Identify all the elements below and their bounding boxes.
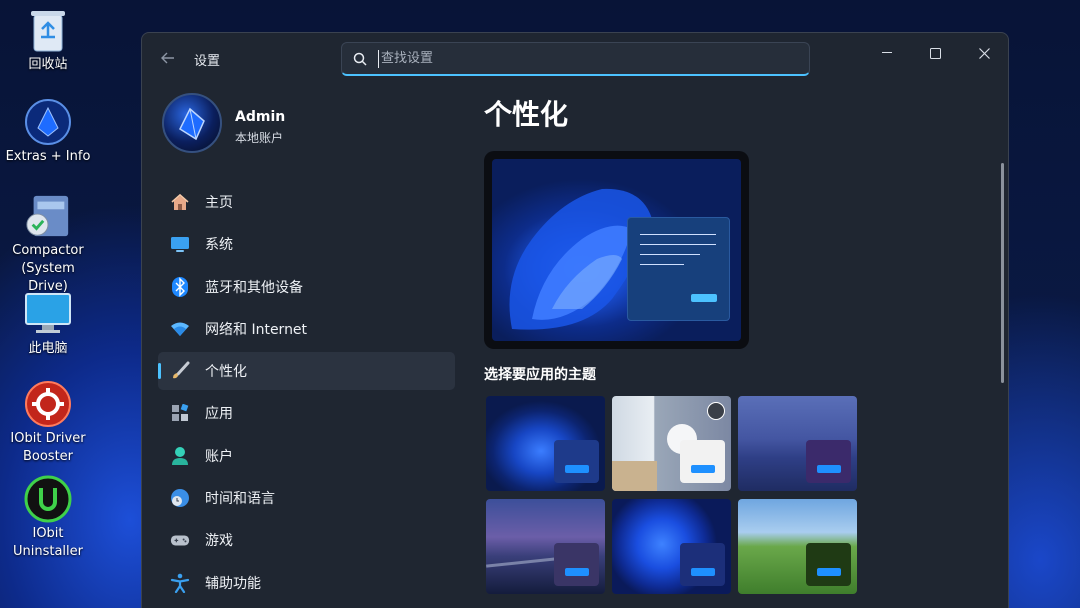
desktop-icon-iobit-uninstaller[interactable]: IObit Uninstaller (0, 475, 96, 561)
sidebar-item-time-language[interactable]: 时间和语言 (158, 479, 455, 517)
user-avatar-image (179, 107, 205, 141)
page-title: 个性化 (484, 98, 569, 131)
sidebar-item-home[interactable]: 主页 (158, 183, 455, 221)
close-button[interactable] (961, 39, 1007, 67)
sidebar-item-gaming[interactable]: 游戏 (158, 521, 455, 559)
minimize-icon (882, 52, 892, 53)
desktop-icon-driver-booster[interactable]: IObit Driver Booster (0, 380, 96, 466)
sidebar-item-system[interactable]: 系统 (158, 225, 455, 263)
desktop-icon-label: 此电脑 (28, 341, 68, 356)
search-icon (342, 43, 378, 75)
sidebar-nav: 主页 系统 蓝牙和其他设备 网络和 Internet 个性化 应用 账户 时间和… (158, 183, 455, 606)
theme-tile-sunrise-pier[interactable] (486, 499, 605, 594)
theme-accent-swatch (806, 543, 851, 586)
sidebar-item-label: 账户 (205, 448, 233, 465)
sidebar-item-label: 网络和 Internet (205, 321, 308, 338)
recycle-bin-icon (24, 6, 72, 54)
theme-tile-glow[interactable] (738, 396, 857, 491)
user-theme-icon (707, 402, 725, 420)
minimize-button[interactable] (864, 39, 910, 67)
desktop-icon-label: IObit Driver Booster (10, 431, 86, 464)
theme-tile-bloom-blue[interactable] (612, 499, 731, 594)
this-pc-icon (24, 290, 72, 338)
title-bar: 设置 (142, 33, 1008, 85)
desktop-icon-label: IObit Uninstaller (12, 526, 83, 559)
sidebar-item-personalization[interactable]: 个性化 (158, 352, 455, 391)
sidebar-item-label: 个性化 (205, 364, 247, 381)
app-title: 设置 (194, 54, 221, 69)
sidebar-item-label: 主页 (205, 195, 233, 211)
sidebar-item-label: 时间和语言 (205, 491, 275, 508)
sidebar-item-network[interactable]: 网络和 Internet (158, 310, 455, 348)
sidebar-item-accessibility[interactable]: 辅助功能 (158, 564, 455, 602)
sidebar-item-apps[interactable]: 应用 (158, 394, 455, 432)
extras-info-icon (24, 98, 72, 146)
content-scrollbar[interactable] (1001, 163, 1004, 383)
home-icon (170, 192, 190, 212)
accessibility-icon (170, 573, 190, 593)
theme-tile-captured-motion[interactable] (612, 396, 731, 491)
theme-accent-swatch (680, 543, 725, 586)
compactor-icon (24, 192, 72, 240)
desktop-icon-recycle-bin[interactable]: 回收站 (0, 6, 96, 74)
theme-preview-screen (492, 159, 741, 341)
driver-booster-icon (24, 380, 72, 428)
user-name: Admin (235, 109, 286, 125)
sidebar-item-bluetooth[interactable]: 蓝牙和其他设备 (158, 268, 455, 306)
wifi-icon (170, 319, 190, 339)
paintbrush-icon (170, 361, 190, 381)
sidebar-item-label: 蓝牙和其他设备 (205, 279, 303, 296)
desktop-icon-label: Extras + Info (5, 149, 91, 164)
preview-window-mockup (627, 217, 730, 321)
theme-tile-bloom-dark[interactable] (486, 396, 605, 491)
sidebar-item-accounts[interactable]: 账户 (158, 437, 455, 475)
theme-tile-bliss[interactable] (738, 499, 857, 594)
sidebar-item-label: 辅助功能 (205, 575, 261, 592)
iobit-uninstaller-icon (24, 475, 72, 523)
account-icon (170, 446, 190, 466)
apps-icon (170, 403, 190, 423)
theme-preview (484, 151, 749, 349)
sidebar-item-label: 应用 (205, 406, 233, 423)
search-input[interactable] (378, 49, 809, 68)
bluetooth-icon (170, 276, 190, 297)
theme-accent-swatch (554, 440, 599, 483)
arrow-left-icon (161, 52, 174, 64)
desktop-icon-label: 回收站 (28, 57, 68, 72)
desktop-icon-compactor[interactable]: Compactor (System Drive) (0, 192, 96, 296)
theme-accent-swatch (806, 440, 851, 483)
gamepad-icon (170, 530, 190, 550)
time-language-icon (170, 488, 190, 508)
sidebar-item-label: 游戏 (205, 533, 233, 550)
desktop-icon-label: Compactor (System Drive) (12, 243, 84, 294)
avatar[interactable] (162, 93, 222, 153)
desktop-icon-this-pc[interactable]: 此电脑 (0, 290, 96, 358)
account-type: 本地账户 (235, 131, 284, 145)
search-box[interactable] (341, 42, 810, 76)
sidebar-item-label: 系统 (205, 237, 233, 254)
back-button[interactable] (158, 49, 178, 69)
themes-heading: 选择要应用的主题 (484, 367, 596, 383)
settings-window: 设置 Admin 本地账户 主页 (141, 32, 1009, 608)
theme-accent-swatch (554, 543, 599, 586)
maximize-icon (929, 47, 941, 59)
desktop-icon-extras-info[interactable]: Extras + Info (0, 98, 96, 166)
theme-accent-swatch (680, 440, 725, 483)
maximize-button[interactable] (912, 39, 958, 67)
close-icon (978, 47, 990, 59)
system-monitor-icon (170, 234, 190, 254)
